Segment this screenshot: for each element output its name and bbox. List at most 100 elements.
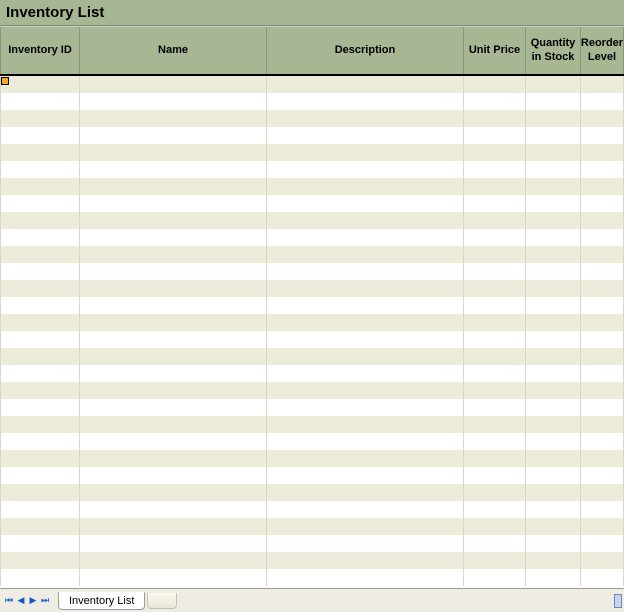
cell[interactable] bbox=[581, 331, 624, 348]
cell[interactable] bbox=[80, 229, 267, 246]
cell[interactable] bbox=[80, 76, 267, 93]
nav-first-icon[interactable]: ⏮ bbox=[4, 595, 14, 607]
cell[interactable] bbox=[526, 569, 581, 586]
cell[interactable] bbox=[526, 535, 581, 552]
cell[interactable] bbox=[581, 263, 624, 280]
cell[interactable] bbox=[526, 348, 581, 365]
cell[interactable] bbox=[267, 365, 464, 382]
cell[interactable] bbox=[581, 365, 624, 382]
cell[interactable] bbox=[80, 569, 267, 586]
table-row[interactable] bbox=[0, 535, 624, 552]
cell[interactable] bbox=[0, 314, 80, 331]
cell[interactable] bbox=[581, 382, 624, 399]
cell[interactable] bbox=[80, 195, 267, 212]
cell[interactable] bbox=[464, 314, 526, 331]
table-row[interactable] bbox=[0, 382, 624, 399]
cell[interactable] bbox=[267, 93, 464, 110]
cell[interactable] bbox=[0, 161, 80, 178]
cell[interactable] bbox=[0, 263, 80, 280]
cell[interactable] bbox=[267, 297, 464, 314]
nav-last-icon[interactable]: ⏭ bbox=[40, 595, 50, 607]
table-row[interactable] bbox=[0, 365, 624, 382]
table-row[interactable] bbox=[0, 399, 624, 416]
cell[interactable] bbox=[0, 501, 80, 518]
cell[interactable] bbox=[581, 314, 624, 331]
cell[interactable] bbox=[581, 127, 624, 144]
col-header-qty-stock[interactable]: Quantity in Stock bbox=[526, 27, 581, 74]
cell[interactable] bbox=[267, 144, 464, 161]
cell[interactable] bbox=[464, 416, 526, 433]
table-body[interactable] bbox=[0, 76, 624, 586]
cell[interactable] bbox=[0, 178, 80, 195]
cell[interactable] bbox=[526, 382, 581, 399]
cell[interactable] bbox=[464, 76, 526, 93]
cell[interactable] bbox=[581, 569, 624, 586]
cell[interactable] bbox=[267, 229, 464, 246]
sheet-tab-active[interactable]: Inventory List bbox=[58, 592, 145, 610]
cell[interactable] bbox=[80, 297, 267, 314]
cell[interactable] bbox=[0, 399, 80, 416]
table-row[interactable] bbox=[0, 518, 624, 535]
cell[interactable] bbox=[267, 450, 464, 467]
cell[interactable] bbox=[80, 484, 267, 501]
cell[interactable] bbox=[581, 501, 624, 518]
cell[interactable] bbox=[80, 433, 267, 450]
cell[interactable] bbox=[0, 127, 80, 144]
cell[interactable] bbox=[526, 331, 581, 348]
cell[interactable] bbox=[526, 110, 581, 127]
table-row[interactable] bbox=[0, 467, 624, 484]
cell[interactable] bbox=[464, 280, 526, 297]
table-row[interactable] bbox=[0, 552, 624, 569]
cell[interactable] bbox=[267, 382, 464, 399]
cell[interactable] bbox=[526, 161, 581, 178]
cell[interactable] bbox=[464, 450, 526, 467]
table-row[interactable] bbox=[0, 297, 624, 314]
cell[interactable] bbox=[267, 110, 464, 127]
cell[interactable] bbox=[0, 212, 80, 229]
cell[interactable] bbox=[581, 416, 624, 433]
table-row[interactable] bbox=[0, 93, 624, 110]
table-row[interactable] bbox=[0, 348, 624, 365]
cell[interactable] bbox=[0, 416, 80, 433]
cell[interactable] bbox=[526, 518, 581, 535]
cell[interactable] bbox=[464, 127, 526, 144]
col-header-unit-price[interactable]: Unit Price bbox=[464, 27, 526, 74]
cell[interactable] bbox=[526, 263, 581, 280]
cell[interactable] bbox=[581, 144, 624, 161]
table-row[interactable] bbox=[0, 314, 624, 331]
table-row[interactable] bbox=[0, 195, 624, 212]
cell[interactable] bbox=[267, 467, 464, 484]
cell[interactable] bbox=[526, 501, 581, 518]
cell[interactable] bbox=[80, 246, 267, 263]
cell[interactable] bbox=[581, 297, 624, 314]
cell[interactable] bbox=[526, 314, 581, 331]
cell[interactable] bbox=[526, 467, 581, 484]
cell[interactable] bbox=[0, 433, 80, 450]
cell[interactable] bbox=[80, 93, 267, 110]
cell[interactable] bbox=[464, 348, 526, 365]
cell[interactable] bbox=[267, 212, 464, 229]
cell[interactable] bbox=[464, 382, 526, 399]
cell[interactable] bbox=[526, 195, 581, 212]
cell[interactable] bbox=[464, 501, 526, 518]
cell[interactable] bbox=[464, 263, 526, 280]
cell[interactable] bbox=[464, 93, 526, 110]
cell[interactable] bbox=[526, 484, 581, 501]
cell[interactable] bbox=[526, 416, 581, 433]
table-row[interactable] bbox=[0, 263, 624, 280]
cell[interactable] bbox=[464, 229, 526, 246]
cell[interactable] bbox=[80, 467, 267, 484]
table-row[interactable] bbox=[0, 501, 624, 518]
cell[interactable] bbox=[581, 246, 624, 263]
table-row[interactable] bbox=[0, 76, 624, 93]
cell[interactable] bbox=[464, 246, 526, 263]
cell[interactable] bbox=[80, 280, 267, 297]
table-row[interactable] bbox=[0, 450, 624, 467]
cell[interactable] bbox=[0, 382, 80, 399]
cell[interactable] bbox=[267, 399, 464, 416]
cell[interactable] bbox=[267, 501, 464, 518]
cell[interactable] bbox=[267, 127, 464, 144]
cell[interactable] bbox=[464, 144, 526, 161]
cell[interactable] bbox=[267, 535, 464, 552]
table-row[interactable] bbox=[0, 433, 624, 450]
